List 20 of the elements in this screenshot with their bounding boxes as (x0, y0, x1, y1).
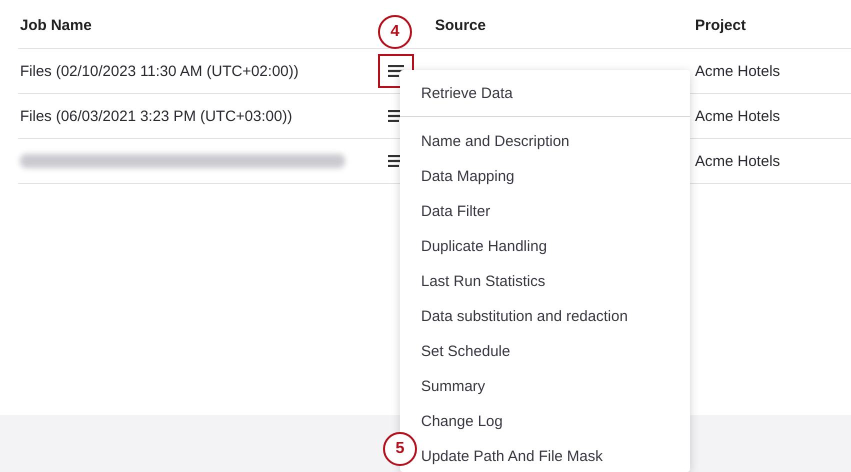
menu-item[interactable]: Summary (421, 369, 680, 404)
menu-item[interactable]: Data Filter (421, 194, 680, 229)
menu-item[interactable]: Name and Description (421, 124, 680, 159)
menu-item[interactable]: Update Path And File Mask (421, 439, 680, 472)
menu-icon (388, 65, 404, 77)
menu-item[interactable]: Set Schedule (421, 334, 680, 369)
table-cell: Files (06/03/2021 3:23 PM (UTC+03:00)) (20, 108, 292, 124)
menu-item[interactable]: Duplicate Handling (421, 229, 680, 264)
menu-item[interactable]: Last Run Statistics (421, 264, 680, 299)
column-header: Job Name (20, 17, 92, 34)
column-header: Project (695, 17, 746, 34)
menu-item[interactable]: Retrieve Data (421, 76, 680, 111)
column-header: Source (435, 17, 486, 34)
menu-item[interactable]: Data Mapping (421, 159, 680, 194)
menu-item[interactable]: Change Log (421, 404, 680, 439)
table-cell: Files (02/10/2023 11:30 AM (UTC+02:00)) (20, 62, 299, 80)
table-cell: Acme Hotels (695, 62, 780, 80)
table-cell: Acme Hotels (695, 152, 780, 170)
table-cell: Acme Hotels (695, 108, 780, 124)
menu-item[interactable]: Data substitution and redaction (421, 299, 680, 334)
